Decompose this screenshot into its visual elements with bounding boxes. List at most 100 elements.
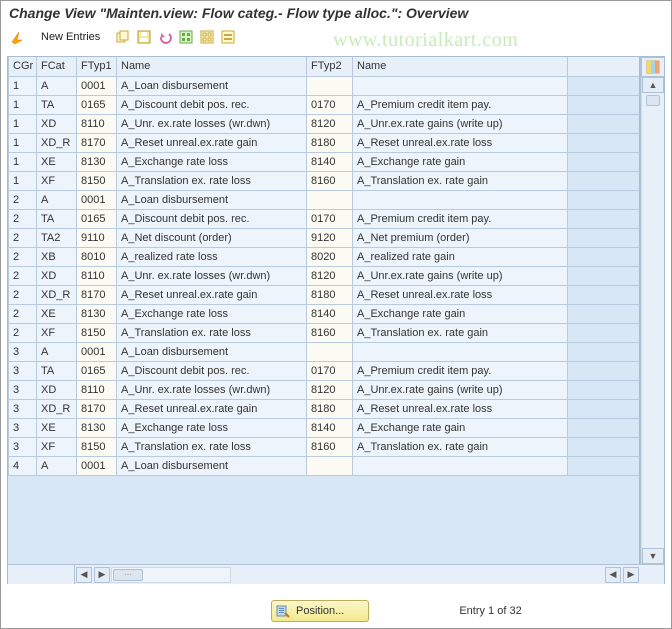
cell-ftyp1[interactable]: 0165 [77, 209, 117, 228]
cell-ftyp1[interactable]: 8130 [77, 418, 117, 437]
select-all-icon[interactable] [177, 28, 195, 46]
cell-name2[interactable]: A_realized rate gain [353, 247, 568, 266]
cell-cgr[interactable]: 4 [9, 456, 37, 475]
hscroll-thumb[interactable]: ⋯ [113, 569, 143, 581]
cell-name2[interactable]: A_Unr.ex.rate gains (write up) [353, 114, 568, 133]
table-row[interactable]: 1TA0165A_Discount debit pos. rec.0170A_P… [9, 95, 640, 114]
cell-fcat[interactable]: A [37, 76, 77, 95]
scroll-right-icon[interactable]: ▶ [94, 567, 110, 583]
col-header-fcat[interactable]: FCat [37, 57, 77, 76]
table-row[interactable]: 2TA29110A_Net discount (order)9120A_Net … [9, 228, 640, 247]
table-row[interactable]: 1XD8110A_Unr. ex.rate losses (wr.dwn)812… [9, 114, 640, 133]
cell-ftyp1[interactable]: 8130 [77, 152, 117, 171]
cell-ftyp1[interactable]: 8150 [77, 323, 117, 342]
cell-ftyp2[interactable]: 8140 [307, 418, 353, 437]
toggle-icon[interactable] [9, 28, 27, 46]
cell-ftyp2[interactable]: 8120 [307, 114, 353, 133]
cell-name1[interactable]: A_Unr. ex.rate losses (wr.dwn) [117, 380, 307, 399]
cell-name1[interactable]: A_Reset unreal.ex.rate gain [117, 285, 307, 304]
cell-ftyp2[interactable]: 8180 [307, 133, 353, 152]
cell-name1[interactable]: A_Net discount (order) [117, 228, 307, 247]
cell-name2[interactable]: A_Translation ex. rate gain [353, 323, 568, 342]
cell-ftyp1[interactable]: 8010 [77, 247, 117, 266]
cell-cgr[interactable]: 1 [9, 95, 37, 114]
scroll-up-icon[interactable]: ▲ [642, 77, 664, 93]
delimit-icon[interactable] [219, 28, 237, 46]
cell-fcat[interactable]: XD_R [37, 399, 77, 418]
cell-name2[interactable] [353, 76, 568, 95]
cell-ftyp2[interactable]: 8180 [307, 285, 353, 304]
cell-ftyp1[interactable]: 8150 [77, 437, 117, 456]
cell-fcat[interactable]: XF [37, 171, 77, 190]
cell-ftyp2[interactable] [307, 456, 353, 475]
cell-ftyp2[interactable]: 9120 [307, 228, 353, 247]
cell-ftyp2[interactable] [307, 76, 353, 95]
cell-name1[interactable]: A_Discount debit pos. rec. [117, 209, 307, 228]
cell-name1[interactable]: A_Exchange rate loss [117, 304, 307, 323]
cell-fcat[interactable]: XE [37, 418, 77, 437]
deselect-all-icon[interactable] [198, 28, 216, 46]
cell-ftyp1[interactable]: 8150 [77, 171, 117, 190]
scroll-left-icon[interactable]: ◀ [76, 567, 92, 583]
col-header-cgr[interactable]: CGr [9, 57, 37, 76]
table-row[interactable]: 3XF8150A_Translation ex. rate loss8160A_… [9, 437, 640, 456]
cell-cgr[interactable]: 3 [9, 342, 37, 361]
cell-ftyp2[interactable]: 8020 [307, 247, 353, 266]
col-header-ftyp2[interactable]: FTyp2 [307, 57, 353, 76]
cell-fcat[interactable]: A [37, 190, 77, 209]
cell-fcat[interactable]: XD [37, 266, 77, 285]
cell-ftyp1[interactable]: 8170 [77, 285, 117, 304]
cell-ftyp1[interactable]: 8110 [77, 266, 117, 285]
cell-ftyp1[interactable]: 8110 [77, 380, 117, 399]
cell-name1[interactable]: A_Unr. ex.rate losses (wr.dwn) [117, 114, 307, 133]
cell-ftyp2[interactable]: 8120 [307, 266, 353, 285]
table-row[interactable]: 3TA0165A_Discount debit pos. rec.0170A_P… [9, 361, 640, 380]
cell-fcat[interactable]: TA [37, 209, 77, 228]
vertical-scrollbar[interactable]: ▲ ▼ [641, 77, 664, 564]
cell-fcat[interactable]: XE [37, 152, 77, 171]
vscroll-thumb[interactable] [646, 95, 660, 106]
table-row[interactable]: 1XD_R8170A_Reset unreal.ex.rate gain8180… [9, 133, 640, 152]
cell-name2[interactable] [353, 456, 568, 475]
cell-cgr[interactable]: 1 [9, 133, 37, 152]
cell-ftyp1[interactable]: 0001 [77, 456, 117, 475]
cell-ftyp1[interactable]: 9110 [77, 228, 117, 247]
cell-ftyp1[interactable]: 8170 [77, 399, 117, 418]
cell-name2[interactable]: A_Translation ex. rate gain [353, 437, 568, 456]
cell-cgr[interactable]: 3 [9, 380, 37, 399]
cell-ftyp2[interactable]: 8160 [307, 171, 353, 190]
table-row[interactable]: 4A0001A_Loan disbursement [9, 456, 640, 475]
cell-ftyp2[interactable]: 0170 [307, 95, 353, 114]
table-row[interactable]: 1XF8150A_Translation ex. rate loss8160A_… [9, 171, 640, 190]
cell-fcat[interactable]: A [37, 456, 77, 475]
cell-name2[interactable]: A_Premium credit item pay. [353, 361, 568, 380]
cell-name1[interactable]: A_Reset unreal.ex.rate gain [117, 133, 307, 152]
cell-name2[interactable]: A_Exchange rate gain [353, 152, 568, 171]
cell-ftyp2[interactable]: 8120 [307, 380, 353, 399]
hscroll-track[interactable]: ⋯ [111, 567, 231, 583]
cell-name1[interactable]: A_Unr. ex.rate losses (wr.dwn) [117, 266, 307, 285]
cell-name1[interactable]: A_Loan disbursement [117, 456, 307, 475]
cell-ftyp2[interactable] [307, 342, 353, 361]
cell-name1[interactable]: A_Discount debit pos. rec. [117, 95, 307, 114]
cell-name2[interactable]: A_Premium credit item pay. [353, 209, 568, 228]
table-row[interactable]: 2XD8110A_Unr. ex.rate losses (wr.dwn)812… [9, 266, 640, 285]
cell-ftyp2[interactable]: 8160 [307, 437, 353, 456]
cell-name1[interactable]: A_Translation ex. rate loss [117, 437, 307, 456]
scroll-down-icon[interactable]: ▼ [642, 548, 664, 564]
cell-ftyp2[interactable]: 0170 [307, 361, 353, 380]
cell-ftyp2[interactable]: 8180 [307, 399, 353, 418]
scroll-right-end-icon[interactable]: ▶ [623, 567, 639, 583]
cell-fcat[interactable]: XD [37, 114, 77, 133]
save-icon[interactable] [135, 28, 153, 46]
cell-name2[interactable]: A_Reset unreal.ex.rate loss [353, 133, 568, 152]
cell-fcat[interactable]: A [37, 342, 77, 361]
cell-ftyp1[interactable]: 0165 [77, 361, 117, 380]
cell-cgr[interactable]: 2 [9, 190, 37, 209]
undo-icon[interactable] [156, 28, 174, 46]
cell-fcat[interactable]: TA [37, 361, 77, 380]
cell-ftyp2[interactable]: 8160 [307, 323, 353, 342]
cell-cgr[interactable]: 2 [9, 228, 37, 247]
cell-cgr[interactable]: 2 [9, 247, 37, 266]
cell-name2[interactable]: A_Exchange rate gain [353, 304, 568, 323]
